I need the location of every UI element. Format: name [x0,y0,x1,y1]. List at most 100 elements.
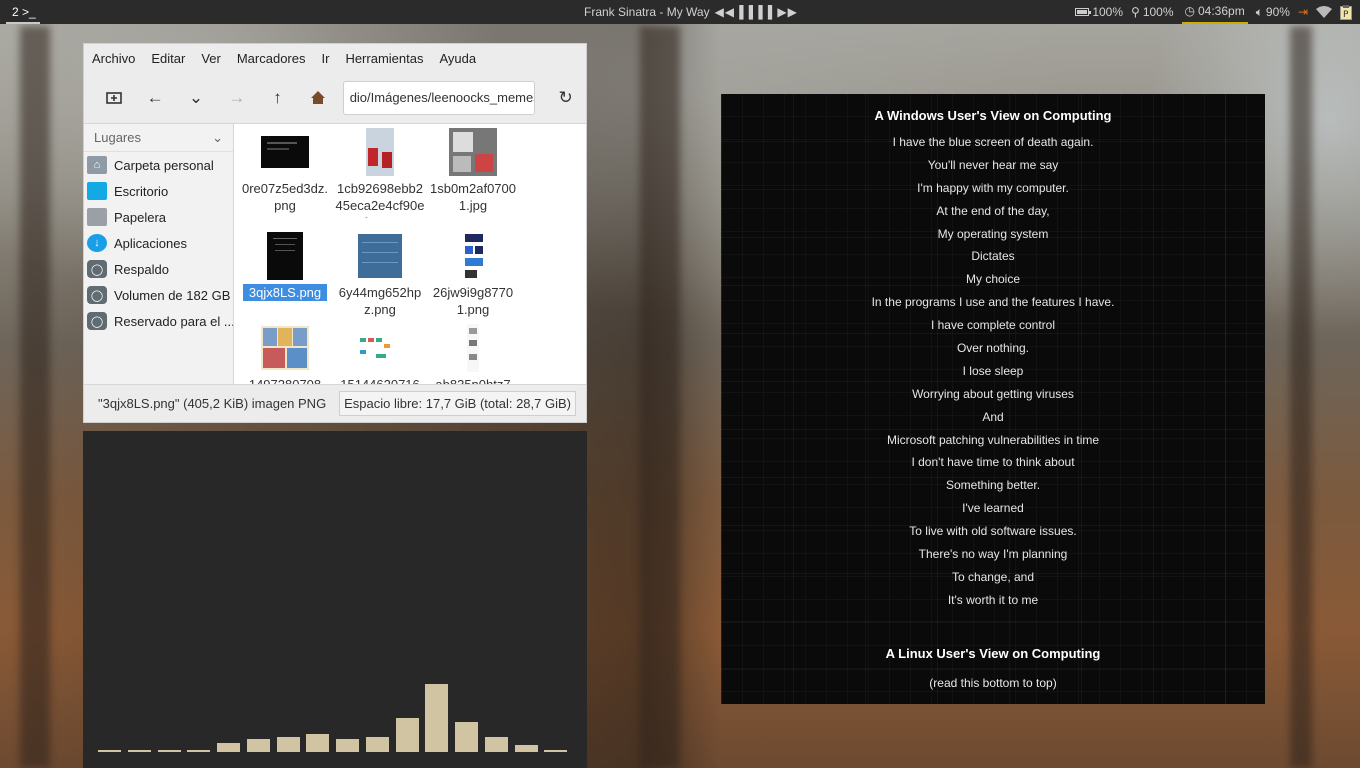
meme-line: Worrying about getting viruses [912,386,1074,401]
sidebar-item-home[interactable]: ⌂ Carpeta personal [84,152,233,178]
brightness-level: 100% [1142,5,1174,19]
visualizer-bar [544,750,568,752]
wallpaper-tree [640,26,680,768]
sidebar-item-label: Carpeta personal [114,157,214,173]
visualizer-bar [157,750,181,752]
visualizer-bar [98,750,121,752]
meme-line: At the end of the day, [936,203,1050,218]
visualizer-bar [484,737,508,752]
file-grid: 0re07z5ed3dz.png 1cb92698ebb245eca2e4cf9… [234,124,586,386]
visualizer-bar [455,722,478,752]
media-controls[interactable]: ◀◀▐▐ ▌▌▶▶ [715,5,798,19]
wallpaper-tree [1290,26,1312,768]
sidebar-item-label: Escritorio [114,183,169,199]
new-tab-button[interactable] [94,82,135,114]
image-thumbnail [356,334,404,362]
volume-indicator[interactable]: 🔈︎ 90% [1256,5,1290,20]
chevron-down-icon: ⌄ [212,129,223,145]
wifi-icon[interactable] [1316,6,1332,18]
parent-folder-button[interactable]: ↑ [257,82,298,114]
visualizer-bar [306,734,330,752]
sidebar-item-label: Volumen de 182 GB [114,287,231,303]
visualizer-bar [217,743,240,752]
sidebar-item-backup[interactable]: ◯ Respaldo [84,256,233,282]
meme-line: Over nothing. [956,341,1030,356]
sidebar-item-reserved[interactable]: ◯ Reservado para el ... [84,308,233,334]
speaker-icon: 🔈︎ [1255,4,1263,19]
file-manager-content: Lugares ⌄ ⌂ Carpeta personal Escritorio P… [84,124,586,386]
logout-icon[interactable]: ⇥ [1298,5,1308,19]
sidebar-item-label: Reservado para el ... [114,313,233,329]
battery-indicator[interactable]: 100% [1075,5,1123,19]
menu-editar[interactable]: Editar [151,51,185,66]
file-item[interactable]: 6y44mg652hpz.png [335,232,425,318]
location-bar[interactable]: dio/Imágenes/leenoocks_memes [342,80,536,115]
sidebar-item-label: Respaldo [114,261,169,277]
home-folder-icon: ⌂ [87,156,107,174]
svg-text:P: P [1343,10,1349,20]
meme-line: I have the blue screen of death again. [892,135,1094,149]
wallpaper-tree [20,26,50,768]
meme-title-windows: A Windows User's View on Computing [874,108,1112,123]
meme-line: To change, and [951,569,1035,584]
system-tray: 100% ⚲ 100% ◷ 04:36pm 🔈︎ 90% ⇥ P [1075,0,1352,24]
clipboard-icon[interactable]: P [1340,4,1352,20]
clock[interactable]: ◷ 04:36pm [1181,0,1248,24]
sidebar-item-volume[interactable]: ◯ Volumen de 182 GB [84,282,233,308]
visualizer-bar [336,739,359,752]
applications-icon: ↓ [87,234,107,252]
meme-line: I lose sleep [962,363,1024,378]
menu-ayuda[interactable]: Ayuda [439,51,476,66]
visualizer-bar [514,745,538,752]
visualizer-bar [395,718,419,752]
status-bar: "3qjx8LS.png" (405,2 KiB) imagen PNG Esp… [84,384,586,422]
menu-marcadores[interactable]: Marcadores [237,51,306,66]
visualizer-bar [425,684,449,752]
meme-line: To live with old software issues. [909,524,1077,539]
new-tab-icon [106,91,123,104]
meme-line: You'll never hear me say [927,157,1059,172]
meme-line: It's worth it to me [947,592,1039,607]
menu-archivo[interactable]: Archivo [92,51,135,66]
image-thumbnail [267,232,303,280]
brightness-indicator[interactable]: ⚲ 100% [1131,5,1174,19]
file-item[interactable]: 1cb92698ebb245eca2e4cf90e7f3949e [335,128,425,218]
file-item[interactable]: 26jw9i9g87701.png [428,232,518,318]
image-thumbnail [467,324,479,372]
meme-text-lines: I have the blue screen of death again. Yo… [721,134,1265,615]
sidebar-item-trash[interactable]: Papelera [84,204,233,230]
now-playing[interactable]: Frank Sinatra - My Way ◀◀▐▐ ▌▌▶▶ [584,0,798,24]
menu-ir[interactable]: Ir [321,51,329,66]
audio-visualizer [83,431,587,768]
file-name: 26jw9i9g87701.png [432,285,514,317]
home-button[interactable] [298,82,339,114]
forward-button[interactable]: → [216,82,257,114]
workspace-indicator[interactable]: 2 >_ [6,2,40,24]
menu-herramientas[interactable]: Herramientas [345,51,423,66]
file-item[interactable]: ab835n0htz7 [428,324,518,385]
file-item-selected[interactable]: 3qjx8LS.png [240,232,330,301]
file-item[interactable]: 0re07z5ed3dz.png [240,128,330,214]
file-item[interactable]: 1sb0m2af07001.jpg [428,128,518,214]
sidebar-item-label: Papelera [114,209,167,225]
reload-icon: ↻ [558,87,573,107]
back-button[interactable]: ← [135,82,176,114]
image-thumbnail [366,128,394,176]
image-thumbnail [261,326,309,370]
sidebar-item-desktop[interactable]: Escritorio [84,178,233,204]
volume-level: 90% [1265,5,1290,19]
places-header[interactable]: Lugares ⌄ [84,124,233,152]
now-playing-title: Frank Sinatra - My Way [584,5,710,19]
file-item[interactable]: 1497280708 [240,324,330,385]
chevron-down-icon: ⌄ [188,87,204,107]
battery-icon [1075,8,1092,16]
menu-ver[interactable]: Ver [201,51,221,66]
history-button[interactable]: ⌄ [176,82,217,114]
meme-line: My operating system [937,226,1049,241]
visualizer-bar [276,737,300,752]
file-item[interactable]: 15144620716 [335,324,425,385]
visualizer-bar [365,737,389,752]
arrow-right-icon: → [228,87,246,107]
sidebar-item-applications[interactable]: ↓ Aplicaciones [84,230,233,256]
reload-button[interactable]: ↻ [545,82,586,114]
